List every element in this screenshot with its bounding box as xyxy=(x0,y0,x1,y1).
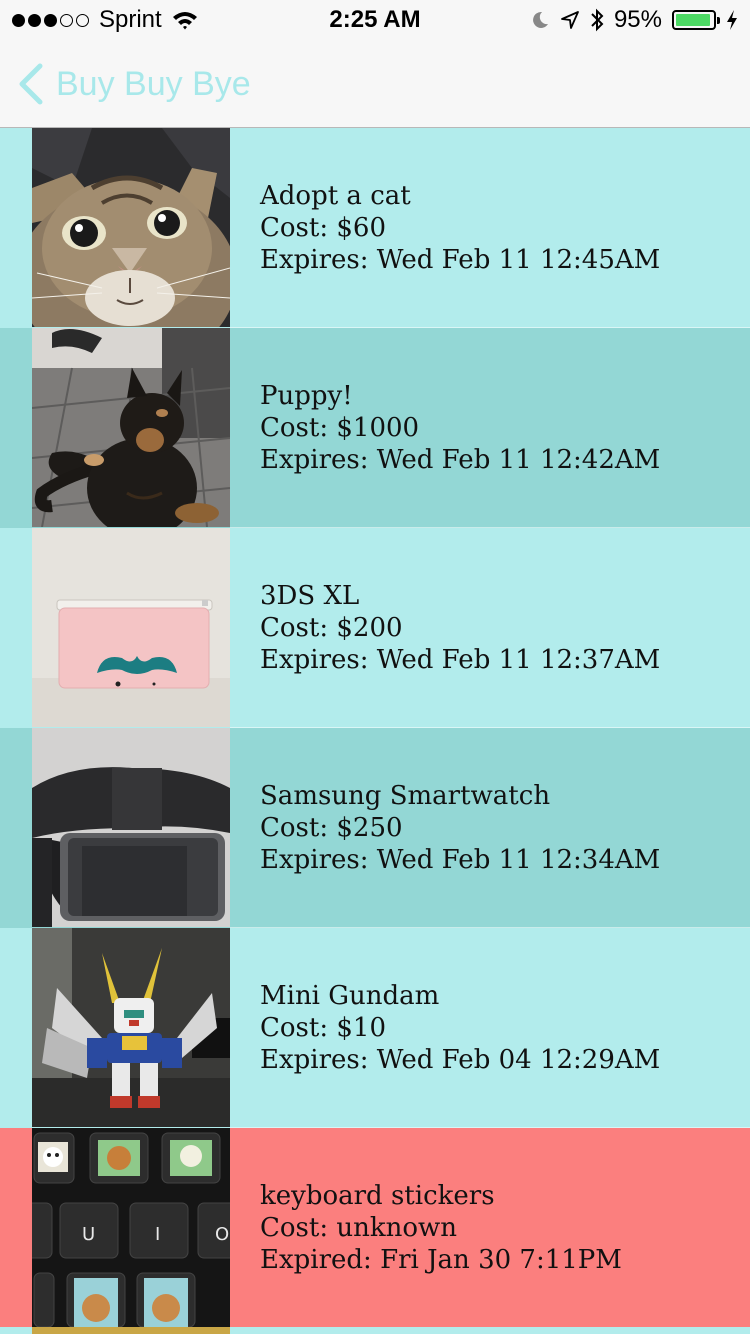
item-photo-keyboard: U I O xyxy=(32,1128,230,1327)
item-cost: Cost: unknown xyxy=(260,1213,458,1243)
item-photo-smartwatch xyxy=(32,728,230,927)
item-photo-cat xyxy=(32,128,230,327)
list-item[interactable]: Mini Gundam Cost: $10 Expires: Wed Feb 0… xyxy=(0,928,750,1128)
item-expires: Expired: Fri Jan 30 7:11PM xyxy=(260,1245,622,1275)
item-photo-partial xyxy=(32,1327,230,1334)
item-cost: Cost: $60 xyxy=(260,213,386,243)
list-item[interactable]: Puppy! Cost: $1000 Expires: Wed Feb 11 1… xyxy=(0,328,750,528)
item-info: Samsung Smartwatch Cost: $250 Expires: W… xyxy=(260,780,660,876)
item-info: 3DS XL Cost: $200 Expires: Wed Feb 11 12… xyxy=(260,580,660,676)
back-button-label: Buy Buy Bye xyxy=(56,64,251,103)
item-photo-3ds xyxy=(32,528,230,727)
battery-icon xyxy=(672,10,720,30)
item-title: keyboard stickers xyxy=(260,1181,495,1211)
list-item[interactable]: U I O keyboard stickers Cost: unknown Ex… xyxy=(0,1128,750,1328)
charging-bolt-icon xyxy=(727,10,737,30)
item-cost: Cost: $10 xyxy=(260,1013,386,1043)
item-cost: Cost: $250 xyxy=(260,813,403,843)
location-arrow-icon xyxy=(561,11,579,29)
navigation-bar: Buy Buy Bye xyxy=(0,40,750,128)
item-info: Puppy! Cost: $1000 Expires: Wed Feb 11 1… xyxy=(260,380,660,476)
list-item[interactable]: Adopt a cat Cost: $60 Expires: Wed Feb 1… xyxy=(0,128,750,328)
item-info: keyboard stickers Cost: unknown Expired:… xyxy=(260,1180,622,1276)
do-not-disturb-moon-icon xyxy=(533,11,548,28)
item-title: Samsung Smartwatch xyxy=(260,781,551,811)
back-button[interactable]: Buy Buy Bye xyxy=(14,40,251,128)
list-item-partial[interactable] xyxy=(0,1327,750,1334)
item-expires: Expires: Wed Feb 04 12:29AM xyxy=(260,1045,661,1075)
status-bar: Sprint 2:25 AM 95% xyxy=(0,0,750,40)
item-photo-dog xyxy=(32,328,230,527)
item-info: Mini Gundam Cost: $10 Expires: Wed Feb 0… xyxy=(260,980,660,1076)
battery-percent: 95% xyxy=(613,6,662,33)
item-cost: Cost: $200 xyxy=(260,613,403,643)
item-expires: Expires: Wed Feb 11 12:37AM xyxy=(260,645,661,675)
item-title: Puppy! xyxy=(260,381,353,411)
item-expires: Expires: Wed Feb 11 12:34AM xyxy=(260,845,661,875)
status-right: 95% xyxy=(530,6,738,34)
chevron-left-icon xyxy=(19,63,43,105)
item-info: Adopt a cat Cost: $60 Expires: Wed Feb 1… xyxy=(260,180,660,276)
svg-text:O: O xyxy=(215,1224,229,1245)
list-item[interactable]: Samsung Smartwatch Cost: $250 Expires: W… xyxy=(0,728,750,928)
svg-text:U: U xyxy=(82,1224,95,1245)
bluetooth-icon xyxy=(591,8,604,32)
item-photo-gundam xyxy=(32,928,230,1127)
item-title: Mini Gundam xyxy=(260,981,440,1011)
item-title: 3DS XL xyxy=(260,581,360,611)
list-item[interactable]: 3DS XL Cost: $200 Expires: Wed Feb 11 12… xyxy=(0,528,750,728)
svg-text:I: I xyxy=(155,1224,160,1245)
item-list: Adopt a cat Cost: $60 Expires: Wed Feb 1… xyxy=(0,128,750,1328)
item-cost: Cost: $1000 xyxy=(260,413,420,443)
item-expires: Expires: Wed Feb 11 12:45AM xyxy=(260,245,661,275)
item-expires: Expires: Wed Feb 11 12:42AM xyxy=(260,445,661,475)
item-title: Adopt a cat xyxy=(260,181,411,211)
battery-level xyxy=(676,14,711,26)
